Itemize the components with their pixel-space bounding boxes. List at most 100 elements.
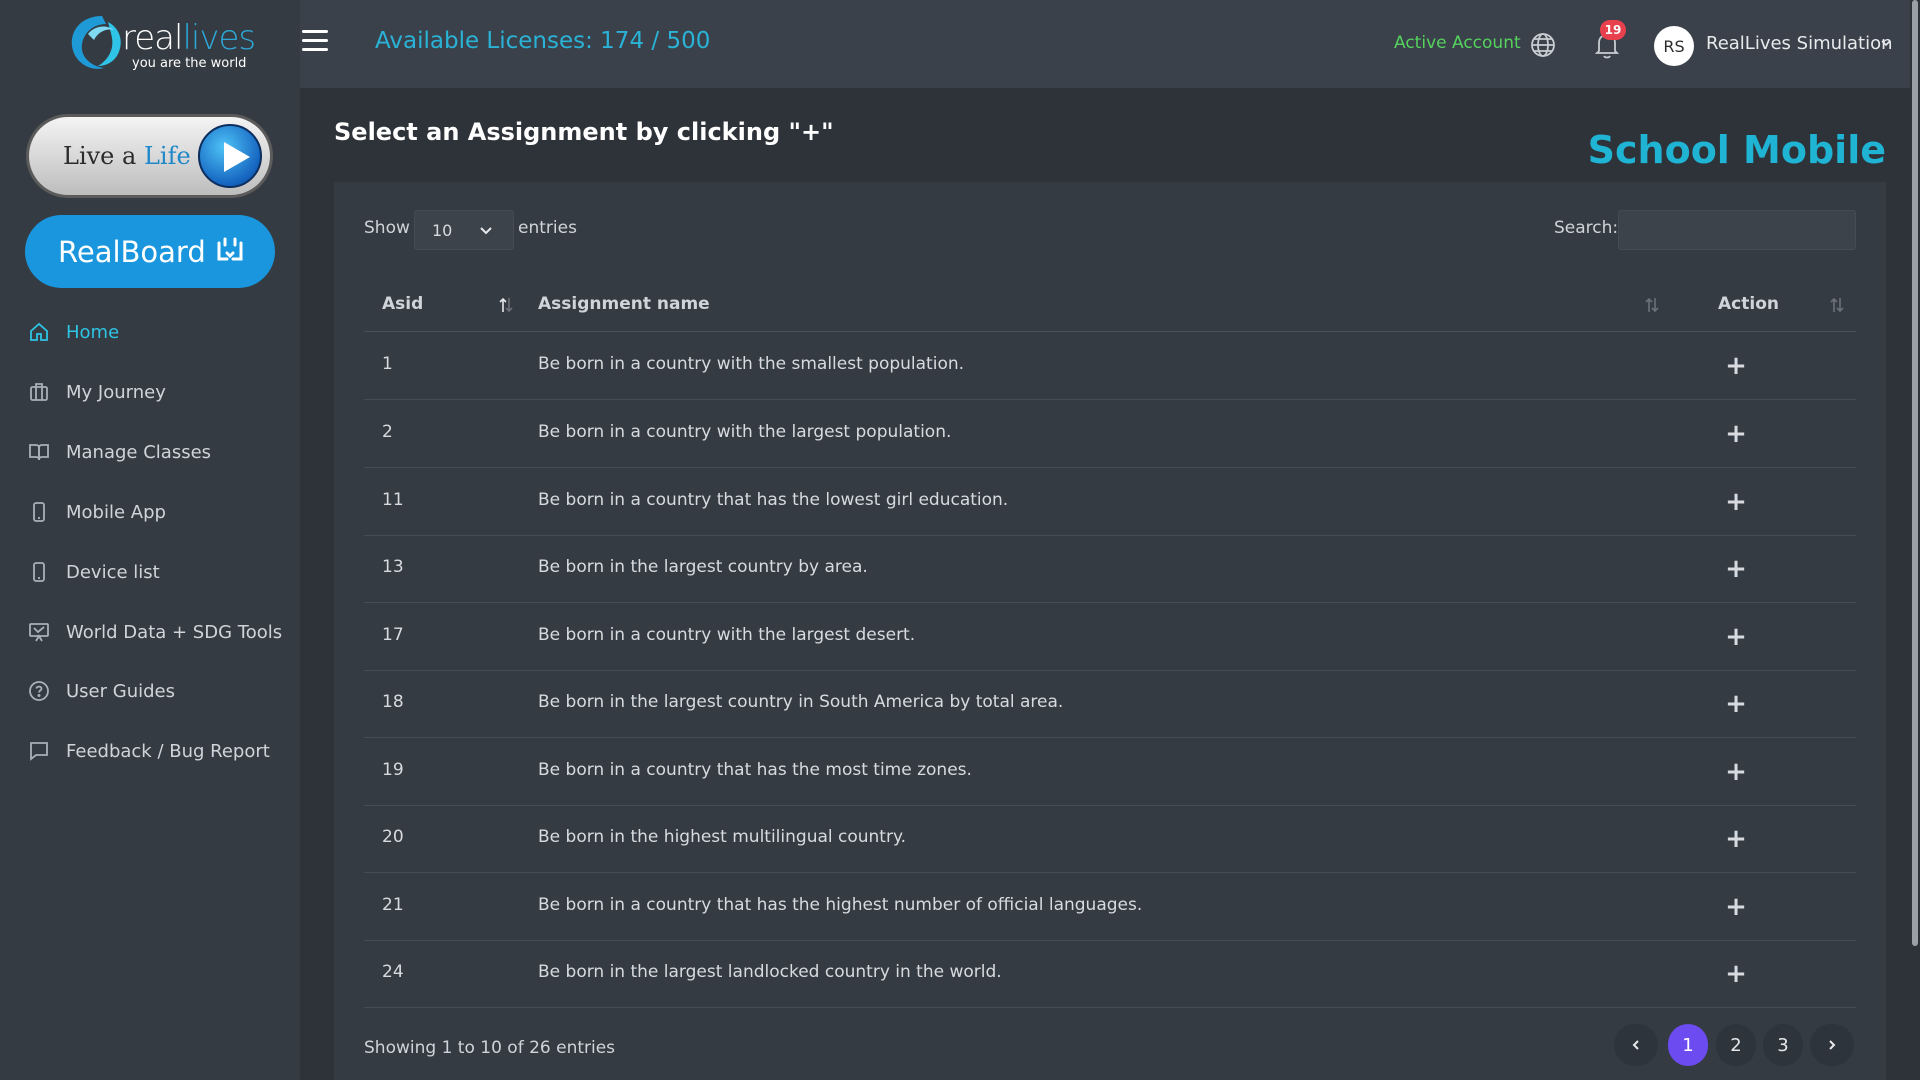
realboard-label: RealBoard [58,234,206,269]
add-assignment-button[interactable]: + [1722,824,1750,854]
add-assignment-button[interactable]: + [1722,892,1750,922]
asid-cell: 18 [382,692,404,712]
search-input[interactable] [1618,210,1856,250]
table-row: 19 Be born in a country that has the mos… [364,738,1856,806]
show-label: Show [364,218,410,238]
assignment-name-cell: Be born in a country that has the lowest… [538,490,1009,510]
top-bar: Available Licenses: 174 / 500 Active Acc… [300,0,1920,88]
sidebar-item-label: Mobile App [66,501,166,523]
sidebar-item-label: My Journey [66,381,166,403]
add-assignment-button[interactable]: + [1722,959,1750,989]
asid-cell: 17 [382,625,404,645]
logo-wordmark: reallives [122,18,256,58]
sidebar-item-label: Manage Classes [66,441,212,463]
sidebar-item-my-journey[interactable]: My Journey [0,370,300,414]
table-row: 2 Be born in a country with the largest … [364,400,1856,468]
assignments-table-card: Show 10 entries Search: Asid Assignment … [334,182,1886,1080]
sidebar: reallives you are the world Live a Life … [0,0,300,1080]
asid-cell: 1 [382,354,393,374]
column-header-assignment-name[interactable]: Assignment name [538,276,710,332]
page-title: Select an Assignment by clicking "+" [334,118,834,146]
pagination-next-button[interactable] [1810,1024,1854,1066]
assignment-name-cell: Be born in a country with the largest de… [538,625,916,645]
asid-cell: 24 [382,962,404,982]
school-name: School Mobile [1587,128,1886,172]
table-row: 17 Be born in a country with the largest… [364,603,1856,671]
assignment-name-cell: Be born in a country that has the most t… [538,760,972,780]
add-assignment-button[interactable]: + [1722,689,1750,719]
pagination-page-1[interactable]: 1 [1668,1024,1708,1066]
message-icon [30,742,48,761]
account-status: Active Account [1394,33,1521,53]
sidebar-item-home[interactable]: Home [0,310,300,354]
table-row: 20 Be born in the highest multilingual c… [364,805,1856,873]
assignment-name-cell: Be born in the highest multilingual coun… [538,827,907,847]
assignment-name-cell: Be born in the largest country in South … [538,692,1064,712]
chevron-down-icon[interactable] [1880,38,1892,48]
book-icon [29,444,49,461]
globe-icon[interactable] [1530,32,1556,58]
briefcase-icon [30,383,48,401]
sort-icon[interactable] [1829,296,1845,314]
logo-mark-icon [71,16,121,69]
search-label: Search: [1554,218,1619,238]
realboard-button[interactable]: RealBoard [25,215,275,288]
licenses-count: Available Licenses: 174 / 500 [375,28,711,54]
add-assignment-button[interactable]: + [1722,487,1750,517]
table-row: 13 Be born in the largest country by are… [364,535,1856,603]
pagination-prev-button[interactable] [1614,1024,1658,1066]
asid-cell: 13 [382,557,404,577]
pagination-page-2[interactable]: 2 [1716,1024,1756,1066]
asid-cell: 19 [382,760,404,780]
sidebar-item-label: Home [66,321,120,343]
asid-cell: 2 [382,422,393,442]
table-info: Showing 1 to 10 of 26 entries [364,1038,616,1058]
add-assignment-button[interactable]: + [1722,351,1750,381]
table-row: 24 Be born in the largest landlocked cou… [364,940,1856,1008]
assignment-name-cell: Be born in a country with the smallest p… [538,354,965,374]
sidebar-item-device-list[interactable]: Device list [0,550,300,594]
live-a-life-label: Live a Life [63,142,191,170]
table-row: 18 Be born in the largest country in Sou… [364,670,1856,738]
entries-label: entries [518,218,577,238]
sidebar-item-label: Device list [66,561,160,583]
page-size-value: 10 [432,221,453,240]
sidebar-item-manage-classes[interactable]: Manage Classes [0,430,300,474]
table-header: Asid Assignment name Action [364,276,1856,332]
column-header-action[interactable]: Action [1718,276,1779,332]
pagination-page-3[interactable]: 3 [1763,1024,1803,1066]
sort-icon[interactable] [1644,296,1660,314]
add-assignment-button[interactable]: + [1722,757,1750,787]
avatar[interactable]: RS [1654,26,1694,66]
notifications-badge: 19 [1600,20,1626,40]
table-row: 1 Be born in a country with the smallest… [364,332,1856,400]
sidebar-item-world-data[interactable]: World Data + SDG Tools [0,610,300,654]
chevron-right-icon [1829,1040,1836,1050]
assignment-name-cell: Be born in a country with the largest po… [538,422,952,442]
page-scrollbar-thumb[interactable] [1912,0,1918,946]
add-assignment-button[interactable]: + [1722,419,1750,449]
menu-toggle-icon[interactable] [302,30,328,52]
user-menu-name[interactable]: RealLives Simulation [1706,33,1893,54]
assignment-name-cell: Be born in the largest country by area. [538,557,868,577]
sidebar-item-user-guides[interactable]: User Guides [0,669,300,713]
reallives-logo[interactable]: reallives you are the world [68,12,256,76]
live-a-life-button[interactable]: Live a Life [26,114,273,198]
chevron-down-icon [480,227,492,235]
sidebar-item-feedback[interactable]: Feedback / Bug Report [0,729,300,773]
help-circle-icon [29,681,49,701]
asid-cell: 11 [382,490,404,510]
assignment-name-cell: Be born in the largest landlocked countr… [538,962,1002,982]
play-icon [198,124,262,188]
add-assignment-button[interactable]: + [1722,622,1750,652]
presentation-icon [29,623,49,642]
add-assignment-button[interactable]: + [1722,554,1750,584]
asid-cell: 21 [382,895,404,915]
sort-asc-icon[interactable] [498,296,514,314]
column-header-asid[interactable]: Asid [382,276,423,332]
sidebar-item-mobile-app[interactable]: Mobile App [0,490,300,534]
page-size-select[interactable]: 10 [414,210,514,250]
device-icon [33,562,45,582]
sidebar-item-label: User Guides [66,680,175,702]
chevron-left-icon [1632,1040,1639,1050]
